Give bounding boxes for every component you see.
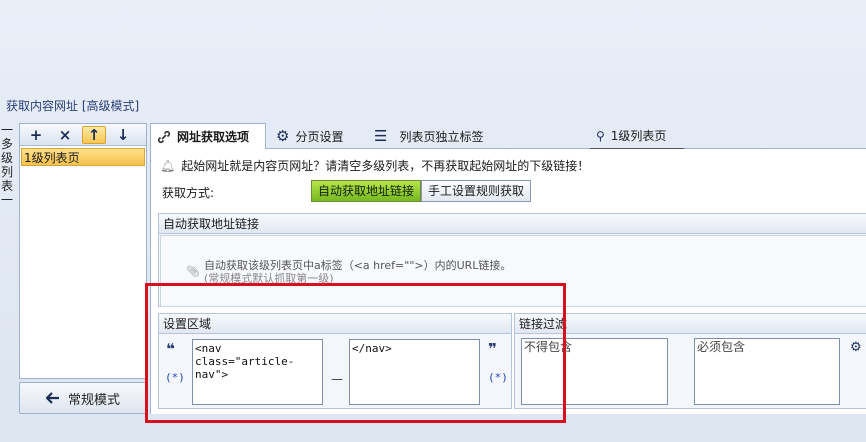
tab-level-1-list[interactable]: ⚲ 1级列表页 [590,123,684,149]
normal-mode-label: 常规模式 [67,392,120,408]
link-icon [157,130,171,143]
tab-level-1-label: 1级列表页 [610,129,667,143]
link-filter-title: 链接过滤 [515,314,866,334]
auto-fetch-option[interactable]: 自动获取地址链接 [311,180,422,202]
list-item-level-1[interactable]: 1级列表页 [21,148,145,166]
add-icon[interactable]: + [24,126,48,144]
gear-icon[interactable]: ⚙ [850,340,862,355]
delete-icon[interactable]: × [53,126,77,144]
normal-mode-button[interactable]: 常规模式 [19,382,147,414]
level-list-panel: + × ↑ ↓ 1级列表页 [19,123,147,379]
tab-pagination-label: 分页设置 [295,129,344,144]
auto-fetch-group-title: 自动获取地址链接 [159,214,866,234]
range-separator: — [331,372,343,386]
end-string-input[interactable]: </nav> [349,339,480,405]
settings-area-title: 设置区域 [159,314,511,334]
list-icon: ☰ [374,127,388,145]
level-list-toolbar: + × ↑ ↓ [20,124,146,146]
manual-rule-option[interactable]: 手工设置规则获取 [421,180,532,202]
arrow-left-icon [45,392,59,404]
include-filter-input[interactable]: 必须包含 [694,338,840,405]
fetch-method-label: 获取方式: [162,186,215,200]
tab-list-tags-label: 列表页独立标签 [399,129,484,144]
map-pin-icon: ⚲ [596,128,605,143]
exclude-filter-input[interactable]: 不得包含 [521,338,668,405]
tab-url-options-label: 网址获取选项 [177,130,250,144]
info-notice: 🔔︎ 起始网址就是内容页网址？请清空多级列表，不再获取起始网址的下级链接！ [160,157,589,174]
fetch-method-selector: 自动获取地址链接 手工设置规则获取 [311,180,532,202]
tab-bar: 网址获取选项 ⚙ 分页设置 ☰ 列表页独立标签 ⚲ 1级列表页 [150,123,866,150]
move-down-icon[interactable]: ↓ [111,126,135,144]
gears-icon: ⚙ [276,127,290,145]
tab-list-independent-tags[interactable]: ☰ 列表页独立标签 [368,123,489,149]
info-text: 起始网址就是内容页网址？请清空多级列表，不再获取起始网址的下级链接！ [181,159,590,173]
section-title: 获取内容网址 [高级模式] [6,99,140,113]
auto-fetch-hint-line2: (常规模式默认抓取第一级) [203,272,334,285]
move-up-icon[interactable]: ↑ [82,125,106,144]
regex-wildcard-right[interactable]: (*) [488,371,508,384]
paperclip-icon: 📎︎ [186,265,200,278]
bell-icon: 🔔︎ [160,158,176,173]
multi-level-list-vertical-label: 一多级列表一 [1,123,14,207]
tab-pagination[interactable]: ⚙ 分页设置 [270,123,349,149]
open-quote-icon[interactable]: ❝ [166,340,175,358]
regex-wildcard-left[interactable]: (*) [165,371,185,384]
auto-fetch-hint-line1: 自动获取该级列表页中a标签（<a href="">）内的URL链接。 [203,259,512,272]
start-string-input[interactable]: <nav class="article-nav"> [192,339,323,405]
tab-url-options[interactable]: 网址获取选项 [150,123,266,150]
auto-fetch-hint: 📎︎ 自动获取该级列表页中a标签（<a href="">）内的URL链接。 (常… [186,259,511,285]
close-quote-icon[interactable]: ❞ [488,340,497,358]
